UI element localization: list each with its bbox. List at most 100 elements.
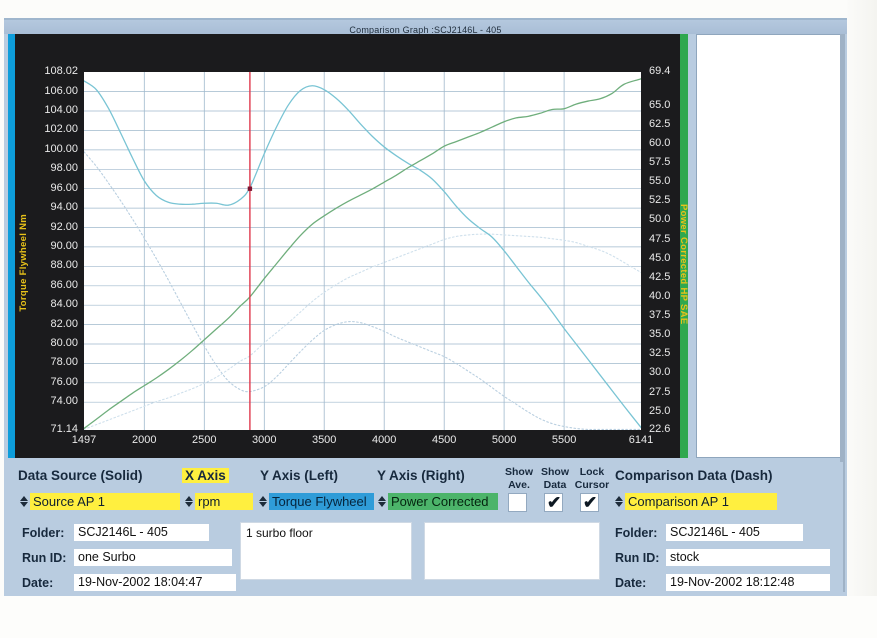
show-data-heading-line1: Show	[541, 466, 569, 478]
left-axis-tick: 108.02	[44, 65, 78, 77]
comparison-data-select[interactable]: Comparison AP 1	[625, 493, 777, 510]
right-axis-tick: 57.5	[649, 156, 671, 168]
side-info-panel	[696, 34, 843, 458]
left-axis-tick: 74.00	[50, 395, 78, 408]
x-axis-tick: 3500	[311, 434, 337, 446]
right-axis-tick: 37.5	[649, 309, 671, 321]
y-axis-left-spinner[interactable]	[258, 493, 268, 510]
x-axis-tick: 4500	[431, 434, 457, 446]
source-folder-field[interactable]: SCJ2146L - 405	[74, 524, 209, 541]
paper-edge-bottom	[0, 596, 877, 638]
right-axis-tick: 52.5	[649, 194, 671, 207]
left-axis-tick: 106.00	[44, 84, 78, 97]
right-axis-tick: 25.0	[649, 404, 671, 417]
left-axis-tick: 96.00	[50, 181, 78, 194]
show-ave-checkbox[interactable]	[508, 493, 527, 512]
lock-cursor-checkbox[interactable]: ✔	[580, 493, 599, 512]
x-axis-tick: 5000	[491, 434, 517, 446]
lock-cursor-heading-line1: Lock	[579, 466, 605, 478]
application-window: Comparison Graph :SCJ2146L - 405 Torque …	[4, 18, 847, 596]
right-axis-tick: 30.0	[649, 366, 671, 379]
plot-svg	[84, 72, 641, 430]
show-ave-heading-line2: Ave.	[508, 479, 530, 491]
comparison-data-spinner[interactable]	[614, 493, 624, 510]
spinner-down-icon	[185, 502, 193, 507]
lock-cursor-heading-line2: Cursor	[574, 479, 610, 491]
spinner-up-icon	[185, 496, 193, 501]
series-line	[84, 80, 641, 429]
left-axis-title: Torque Flywheel Nm	[18, 214, 29, 312]
comparison-folder-label: Folder:	[615, 526, 658, 540]
show-data-checkbox[interactable]: ✔	[544, 493, 563, 512]
left-axis-tick: 88.00	[50, 259, 78, 272]
right-axis-tick: 42.5	[649, 270, 671, 283]
spinner-down-icon	[259, 502, 267, 507]
right-axis-tick: 32.5	[649, 347, 671, 360]
paper-edge-right	[847, 0, 877, 638]
left-axis-tick: 82.00	[50, 317, 78, 330]
right-axis-tick: 60.0	[649, 136, 671, 149]
spinner-up-icon	[20, 496, 28, 501]
right-axis-tick: 55.0	[649, 175, 671, 188]
y-axis-left-select[interactable]: Torque Flywheel	[269, 493, 374, 510]
comparison-folder-field[interactable]: SCJ2146L - 405	[666, 524, 803, 541]
source-date-field[interactable]: 19-Nov-2002 18:04:47	[74, 574, 236, 591]
y-axis-right-heading: Y Axis (Right)	[377, 468, 465, 483]
spinner-down-icon	[20, 502, 28, 507]
spinner-up-icon	[259, 496, 267, 501]
data-source-heading: Data Source (Solid)	[18, 468, 143, 483]
left-axis-tick: 104.00	[44, 104, 78, 116]
graph-panel: Torque Flywheel Nm Power Corrected HP SA…	[8, 34, 689, 458]
series-line	[84, 78, 641, 430]
right-axis-tick: 69.4	[649, 65, 671, 77]
x-axis-tick: 3000	[252, 434, 277, 446]
source-date-label: Date:	[22, 576, 54, 590]
x-axis-tick: 6141	[628, 434, 654, 446]
source-run-id-field[interactable]: one Surbo	[74, 549, 232, 566]
y-axis-right-select[interactable]: Power Corrected	[388, 493, 498, 510]
x-axis-tick: 2000	[132, 434, 157, 446]
series-line	[84, 233, 641, 430]
right-axis-tick: 27.5	[649, 385, 671, 398]
comparison-date-field[interactable]: 19-Nov-2002 18:12:48	[666, 574, 830, 591]
comparison-date-label: Date:	[615, 576, 647, 590]
x-axis-tick: 5500	[551, 434, 577, 446]
x-axis-tick: 4000	[371, 434, 397, 446]
source-note-box[interactable]: 1 surbo floor	[240, 522, 412, 580]
data-source-spinner[interactable]	[19, 493, 29, 510]
window-title-bar: Comparison Graph :SCJ2146L - 405	[4, 20, 847, 35]
scanned-page: Comparison Graph :SCJ2146L - 405 Torque …	[0, 0, 877, 638]
left-axis-tick: 86.00	[50, 278, 78, 291]
cursor-marker[interactable]	[247, 186, 253, 191]
left-axis-tick: 90.00	[50, 239, 78, 252]
x-axis-tick: 1497	[71, 434, 97, 446]
x-axis-tick: 2500	[192, 434, 217, 446]
x-axis-spinner[interactable]	[184, 493, 194, 510]
right-axis-tick: 35.0	[649, 328, 671, 341]
left-axis-tick: 84.00	[50, 298, 78, 311]
plot-area[interactable]	[84, 72, 641, 430]
spinner-up-icon	[615, 496, 623, 501]
spinner-down-icon	[615, 502, 623, 507]
spinner-down-icon	[378, 502, 386, 507]
x-axis-tick-labels: 1497 2000 2500 3000 3500 4000 4500 5000 5500 6141	[8, 432, 688, 452]
right-axis-title: Power Corrected HP SAE	[678, 204, 689, 325]
left-axis-tick: 92.00	[50, 220, 78, 233]
left-axis-accent-bar	[8, 34, 15, 458]
left-axis-tick: 94.00	[50, 201, 78, 214]
x-axis-heading: X Axis	[182, 468, 229, 483]
comparison-note-box[interactable]	[424, 522, 600, 580]
x-axis-select[interactable]: rpm	[195, 493, 253, 510]
left-axis-tick: 76.00	[50, 375, 78, 388]
show-data-heading-line2: Data	[543, 479, 567, 491]
comparison-run-id-field[interactable]: stock	[666, 549, 830, 566]
comparison-data-heading: Comparison Data (Dash)	[615, 468, 773, 483]
right-axis-tick: 62.5	[649, 117, 671, 130]
y-axis-left-heading: Y Axis (Left)	[260, 468, 339, 483]
data-source-select[interactable]: Source AP 1	[30, 493, 180, 510]
right-axis-tick: 50.0	[649, 213, 671, 226]
right-axis-tick: 45.0	[649, 251, 671, 264]
y-axis-right-spinner[interactable]	[377, 493, 387, 510]
spinner-up-icon	[378, 496, 386, 501]
control-panel: Data Source (Solid) X Axis Y Axis (Left)…	[8, 462, 843, 592]
